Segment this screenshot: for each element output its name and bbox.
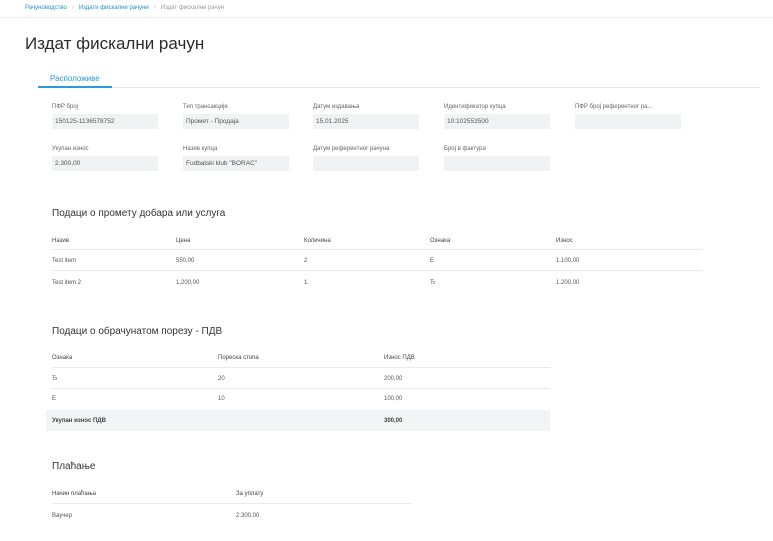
table-cell: Ваучер [52,513,73,519]
column-header: Начин плаћања [52,491,96,497]
field-pfr-number: ПФР број 150125-1136578752 [52,103,158,129]
column-header: Износ ПДВ [384,355,415,361]
goods-table-header: Назив Цена Количина Ознака Износ [52,234,702,248]
column-header: Пореска стопа [218,355,259,361]
row-divider [52,270,702,271]
field-invoice-number: Број в фактура [444,145,550,171]
tax-total-value: 300,00 [384,417,403,424]
field-value: Промет - Продаја [183,114,289,129]
table-cell: 1 [304,280,308,286]
field-reference-invoice-date: Датум референтног рачуна [313,145,419,171]
table-row: Ђ 20 200,00 [52,372,550,386]
row-divider [52,367,550,368]
field-label: Тип трансакције [183,104,228,110]
row-divider [52,388,550,389]
column-header: Износ [556,238,573,244]
breadcrumb-link-fiscal-invoices[interactable]: Издати фискални рачуни [79,5,149,11]
table-cell: Е [430,258,435,264]
table-cell: 1.100,00 [556,258,580,264]
table-cell: 2 [304,258,308,264]
breadcrumb: Рачуноводство › Издати фискални рачуни ›… [25,2,224,14]
field-buyer-id: Идентификатор купца 10:102553500 [444,103,550,129]
field-label: Број в фактура [444,146,486,152]
table-cell: Ђ [52,376,58,382]
table-cell: 550,00 [176,258,195,264]
header-divider [0,17,773,18]
table-row: Test item 550,00 2 Е 1.100,00 [52,254,702,268]
table-cell: 200,00 [384,376,403,382]
field-value: 15.01.2025 [313,114,419,129]
table-cell: 20 [218,376,225,382]
breadcrumb-current: Издат фискални рачун [160,5,225,11]
tab-available[interactable]: Расположиве [38,70,112,88]
payment-section-title: Плаћање [52,461,96,472]
table-cell: Ђ [430,280,436,286]
column-header: Ознака [430,238,451,244]
field-buyer-name: Назив купца Fudbalski klub "BORAC" [183,145,289,171]
breadcrumb-link-accounting[interactable]: Рачуноводство [25,5,67,11]
table-row: Ваучер 2.300,00 [52,509,412,523]
tax-total-label: Укупан износ ПДВ [52,417,106,424]
field-label: ПФР број [52,104,78,110]
field-transaction-type: Тип трансакције Промет - Продаја [183,103,289,129]
tax-section-title: Подаци о обрачунатом порезу - ПДВ [52,326,223,337]
column-header: Количина [304,238,331,244]
table-cell: Test item 2 [52,280,82,286]
table-row: Е 10 100,00 [52,392,550,406]
table-row: Test item 2 1.200,00 1 Ђ 1.200,00 [52,276,702,290]
payment-table-header: Начин плаћања За уплату [52,487,412,501]
field-issue-date: Датум издавања 15.01.2025 [313,103,419,129]
field-value: 10:102553500 [444,114,550,129]
table-cell: 2.300,00 [236,513,260,519]
table-cell: Test item [52,258,77,264]
table-cell: 10 [218,396,225,402]
field-label: Датум издавања [313,104,360,110]
table-cell: 100,00 [384,396,403,402]
column-header: Назив [52,238,69,244]
tax-table-header: Ознака Пореска стопа Износ ПДВ [52,351,550,365]
tax-total-row: Укупан износ ПДВ 300,00 [46,410,550,431]
field-total-amount: Укупан износ 2.300,00 [52,145,158,171]
column-header: За уплату [236,491,264,497]
field-label: ПФР број референтног ра... [575,104,653,110]
row-divider [52,503,412,504]
field-value: 150125-1136578752 [52,114,158,129]
column-header: Ознака [52,355,73,361]
tab-bar: Расположиве [38,70,760,88]
table-cell: 1.200,00 [176,280,200,286]
field-label: Назив купца [183,146,218,152]
table-cell: 1.200,00 [556,280,580,286]
breadcrumb-separator: › [71,5,74,11]
goods-section-title: Подаци о промету добара или услуга [52,208,226,219]
breadcrumb-separator: › [153,5,156,11]
table-cell: Е [52,396,57,402]
field-value: 2.300,00 [52,156,158,171]
column-header: Цена [176,238,191,244]
field-label: Идентификатор купца [444,104,506,110]
field-value [575,114,681,129]
field-label: Датум референтног рачуна [313,146,390,152]
field-value: Fudbalski klub "BORAC" [183,156,289,171]
field-reference-pfr-number: ПФР број референтног ра... [575,103,681,129]
field-label: Укупан износ [52,146,89,152]
field-value [444,156,550,171]
page-title: Издат фискални рачун [25,34,205,53]
field-value [313,156,419,171]
row-divider [52,249,702,250]
